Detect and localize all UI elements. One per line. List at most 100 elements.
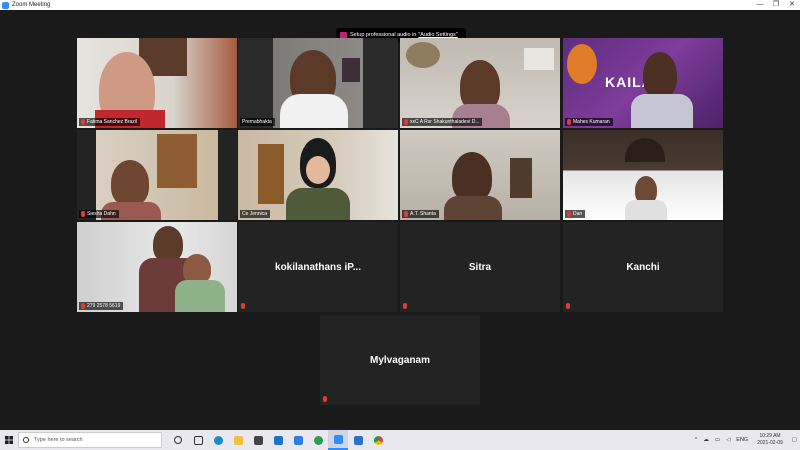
search-placeholder: Type here to search: [34, 437, 83, 443]
muted-mic-icon: [81, 303, 85, 309]
window-title: Zoom Meeting: [12, 2, 51, 8]
virtual-background-portrait: [567, 44, 597, 84]
tray-overflow-chevron-icon[interactable]: ^: [695, 437, 698, 443]
muted-mic-icon: [81, 119, 85, 125]
language-indicator[interactable]: ENG: [736, 437, 748, 443]
bookshelf: [258, 144, 284, 204]
participant-shirt: [631, 94, 693, 128]
muted-mic-icon: [241, 303, 245, 309]
participant-shirt: [625, 200, 667, 220]
muted-mic-icon: [404, 119, 408, 125]
system-tray: ^ ☁ ▭ ◁ ENG 10:29 AM 2021-02-09 ▢: [692, 430, 800, 450]
taskbar-search-input[interactable]: Type here to search: [18, 432, 162, 448]
video-tile[interactable]: A.T. Shanta: [400, 130, 560, 220]
video-app-icon[interactable]: [348, 430, 368, 450]
video-feed: [238, 130, 398, 220]
video-off-tile[interactable]: Mylvaganam: [320, 315, 480, 405]
chrome-spreadsheet-icon[interactable]: [308, 430, 328, 450]
video-feed: KAILASA: [563, 38, 723, 128]
participant-display-name: Mylvaganam: [369, 354, 431, 366]
participant-shirt: [280, 94, 348, 128]
chrome-icon[interactable]: [368, 430, 388, 450]
edge-browser-icon[interactable]: [208, 430, 228, 450]
participant-figure: [452, 152, 492, 202]
network-icon[interactable]: ▭: [715, 437, 720, 443]
video-feed: [400, 38, 560, 128]
clock-date: 2021-02-09: [757, 440, 783, 446]
video-tile[interactable]: Dan: [563, 130, 723, 220]
zoom-app-icon: [2, 1, 9, 9]
muted-mic-icon: [567, 119, 571, 125]
file-explorer-icon[interactable]: [228, 430, 248, 450]
participant-name-tag: Ce Jennica: [240, 210, 271, 218]
close-button[interactable]: ✕: [784, 0, 800, 10]
store-icon[interactable]: [248, 430, 268, 450]
video-off-tile[interactable]: Kanchi: [563, 222, 723, 312]
muted-mic-icon: [566, 303, 570, 309]
video-feed: [400, 130, 560, 220]
chandelier: [406, 42, 440, 68]
dropbox-icon[interactable]: [288, 430, 308, 450]
participant-name-tag: 279 2578 5619: [79, 302, 124, 310]
cloud-icon[interactable]: ☁: [703, 437, 709, 443]
video-feed: [77, 38, 237, 128]
video-feed: [77, 130, 237, 220]
participant-name-tag: Mahes Kumaran: [565, 118, 613, 126]
muted-mic-icon: [404, 211, 408, 217]
participant-shirt: [286, 188, 350, 220]
video-tile[interactable]: KAILASA Mahes Kumaran: [563, 38, 723, 128]
participant-name-tag: A.T. Shanta: [402, 210, 439, 218]
video-feed: [238, 38, 398, 128]
participant-figure: [153, 226, 183, 262]
video-feed: [563, 130, 723, 220]
clock-time: 10:29 AM: [759, 433, 781, 439]
window-titlebar: Zoom Meeting — ❐ ✕: [0, 0, 800, 10]
zoom-taskbar-icon[interactable]: [328, 430, 348, 450]
video-tile[interactable]: Siesha Dahn: [77, 130, 237, 220]
restore-button[interactable]: ❐: [768, 0, 784, 10]
participant-display-name: Sitra: [468, 261, 492, 273]
cortana-icon[interactable]: [168, 430, 188, 450]
video-tile[interactable]: 279 2578 5619: [77, 222, 237, 312]
windows-logo-icon: [5, 436, 13, 444]
notifications-icon[interactable]: ▢: [792, 437, 797, 443]
baby-clothes: [175, 280, 225, 312]
muted-mic-icon: [403, 303, 407, 309]
video-tile-active-speaker[interactable]: Premabhakta: [238, 38, 398, 128]
headboard: [625, 138, 665, 162]
window-controls: — ❐ ✕: [752, 0, 800, 10]
mail-icon[interactable]: [268, 430, 288, 450]
participant-name-tag: Premabhakta: [240, 118, 275, 126]
muted-mic-icon: [323, 396, 327, 402]
participant-display-name: Kanchi: [626, 261, 660, 273]
participant-display-name: kokilanathans iP...: [275, 261, 361, 273]
video-tile[interactable]: Ce Jennica: [238, 130, 398, 220]
participant-name-tag: Dan: [565, 210, 586, 218]
taskbar-pinned-apps: [168, 430, 388, 450]
muted-mic-icon: [567, 211, 571, 217]
participant-figure: [111, 160, 149, 206]
curtain: [157, 134, 197, 188]
video-tile[interactable]: xxC A Rsr Shakunthaladevi D...: [400, 38, 560, 128]
doorway: [510, 158, 532, 198]
participant-name-tag: xxC A Rsr Shakunthaladevi D...: [402, 118, 483, 126]
search-icon: [23, 437, 29, 443]
video-off-tile[interactable]: kokilanathans iP...: [238, 222, 398, 312]
task-view-icon[interactable]: [188, 430, 208, 450]
participant-shirt: [444, 196, 502, 220]
meeting-stage: Setup professional audio in "Audio Setti…: [0, 10, 800, 430]
wall-picture: [342, 58, 360, 82]
video-off-tile[interactable]: Sitra: [400, 222, 560, 312]
participant-face: [306, 156, 330, 184]
muted-mic-icon: [81, 211, 85, 217]
volume-icon[interactable]: ◁: [726, 437, 730, 443]
participant-name-tag: Siesha Dahn: [79, 210, 119, 218]
video-tile[interactable]: Fatima Sanchez Brazil: [77, 38, 237, 128]
taskbar-clock[interactable]: 10:29 AM 2021-02-09: [757, 433, 783, 447]
windows-taskbar: Type here to search ^ ☁ ▭ ◁ ENG 10:29 AM…: [0, 430, 800, 450]
window-light: [524, 48, 554, 70]
start-button[interactable]: [0, 430, 18, 450]
participant-figure: [643, 52, 677, 98]
minimize-button[interactable]: —: [752, 0, 768, 10]
participant-name-tag: Fatima Sanchez Brazil: [79, 118, 141, 126]
